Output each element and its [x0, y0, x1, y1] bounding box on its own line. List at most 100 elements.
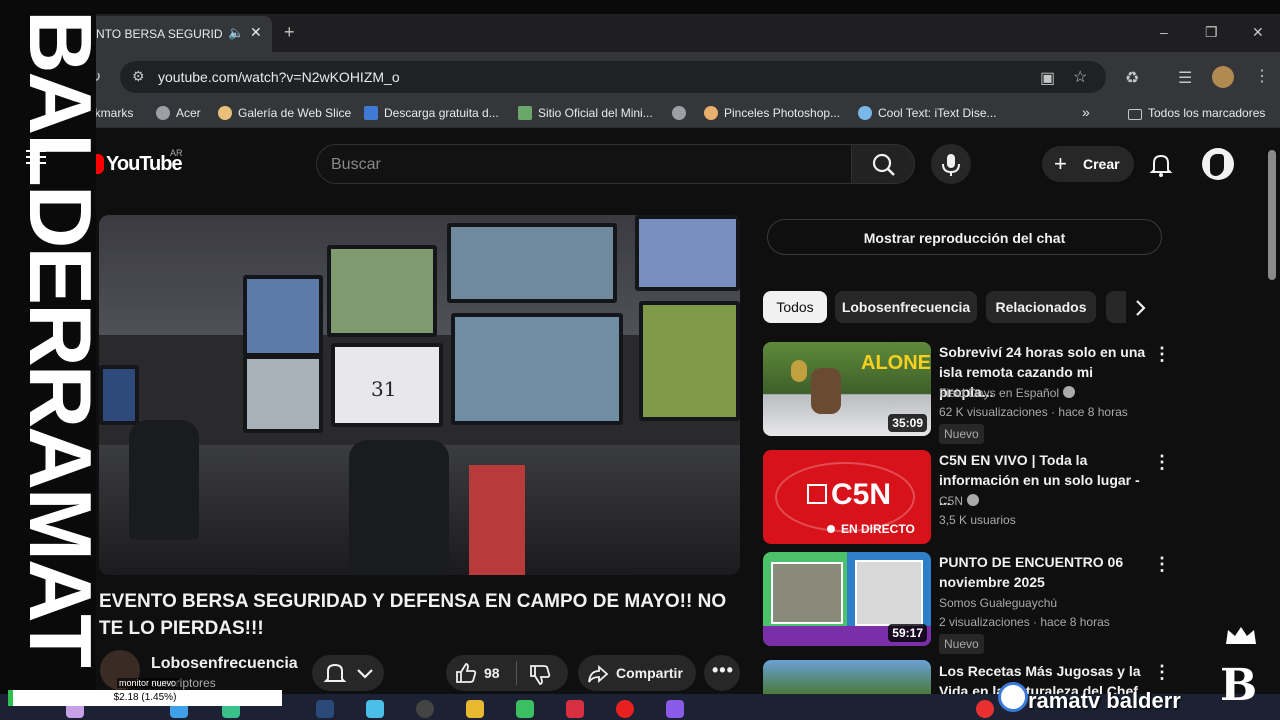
item-menu-icon[interactable]: ⋮: [1153, 452, 1171, 473]
c5n-square-icon: [807, 484, 827, 504]
surveillance-monitor: [447, 223, 617, 303]
media-control-icon[interactable]: ☰: [1178, 68, 1192, 88]
tray-app-icon[interactable]: [976, 700, 994, 718]
ministry-icon: [518, 106, 532, 120]
monitor-number: 31: [371, 377, 397, 401]
subscribe-bell-button[interactable]: [312, 655, 384, 691]
vertical-brand-overlay: BALDERRAMAT: [11, 10, 110, 700]
bookmarks-overflow-button[interactable]: »: [1082, 104, 1090, 120]
video-player[interactable]: 31: [99, 215, 740, 575]
show-chat-replay-button[interactable]: Mostrar reproducción del chat: [767, 219, 1162, 255]
bookmark-item[interactable]: Sitio Oficial del Mini...: [518, 106, 653, 120]
tab-strip-top-band: [0, 0, 1280, 14]
microphone-icon: [942, 154, 960, 176]
surveillance-monitor: [327, 245, 437, 337]
recommendation-meta: 62 K visualizaciones · hace 8 horas: [939, 405, 1128, 419]
surveillance-monitor: [635, 215, 740, 291]
extensions-icon[interactable]: ♻: [1125, 68, 1139, 88]
recommendation-thumbnail[interactable]: 59:17: [763, 552, 931, 646]
thumbnail-coconut: [791, 360, 807, 382]
voice-search-button[interactable]: [931, 144, 971, 184]
create-button[interactable]: + Crear: [1042, 146, 1134, 182]
big-b-logo: B: [1220, 660, 1258, 711]
more-actions-button[interactable]: •••: [704, 655, 740, 691]
profile-avatar[interactable]: [1212, 66, 1234, 88]
install-icon[interactable]: ▣: [1040, 68, 1055, 88]
item-menu-icon[interactable]: ⋮: [1153, 344, 1171, 365]
chip-all[interactable]: Todos: [763, 291, 827, 323]
new-badge: Nuevo: [939, 424, 984, 444]
minimize-icon[interactable]: –: [1160, 24, 1168, 40]
like-dislike-group: 98: [446, 655, 568, 691]
dislike-thumb-icon[interactable]: [528, 663, 552, 687]
channel-name[interactable]: Lobosenfrecuencia: [151, 655, 298, 673]
share-button[interactable]: Compartir: [578, 655, 696, 691]
country-code: AR: [170, 148, 183, 158]
item-menu-icon[interactable]: ⋮: [1153, 554, 1171, 575]
new-badge: Nuevo: [939, 634, 984, 654]
thumbnail-truck-photo: [771, 562, 843, 624]
close-window-icon[interactable]: ✕: [1252, 24, 1264, 41]
close-tab-icon[interactable]: ✕: [250, 24, 262, 41]
thumbnail-person: [811, 368, 841, 414]
web-slice-icon: [218, 106, 232, 120]
bookmark-label: Cool Text: iText Dise...: [878, 106, 997, 120]
opera-icon[interactable]: [616, 700, 634, 718]
recommendation-channel: Field Days en Español: [939, 386, 1076, 400]
search-input[interactable]: Buscar: [316, 144, 852, 184]
page-scrollbar[interactable]: [1268, 150, 1276, 280]
bookmark-item[interactable]: Descarga gratuita d...: [364, 106, 499, 120]
brush-icon: [704, 106, 718, 120]
item-menu-icon[interactable]: ⋮: [1153, 662, 1171, 683]
taskbar-app-icon[interactable]: [666, 700, 684, 718]
recommendation-thumbnail[interactable]: C5N EN DIRECTO: [763, 450, 931, 544]
bookmark-item[interactable]: [672, 106, 692, 120]
thumbnail-host-photo: [855, 560, 923, 626]
chrome-menu-icon[interactable]: ⋮: [1254, 66, 1270, 86]
bookmark-item[interactable]: Pinceles Photoshop...: [704, 106, 840, 120]
chip-overflow-fade: [1106, 291, 1126, 323]
bookmark-item[interactable]: Galería de Web Slice: [218, 106, 351, 120]
more-dots-icon: •••: [712, 660, 734, 680]
bookmark-item[interactable]: Cool Text: iText Dise...: [858, 106, 997, 120]
plus-icon: +: [1054, 151, 1067, 176]
file-explorer-icon[interactable]: [466, 700, 484, 718]
bookmark-item[interactable]: Acer: [156, 106, 201, 120]
surveillance-monitor: [639, 301, 740, 421]
all-bookmarks-folder[interactable]: Todos los marcadores: [1128, 106, 1265, 120]
restore-icon[interactable]: ❐: [1205, 24, 1218, 41]
folder-icon: [1128, 109, 1142, 120]
recommendation-title[interactable]: PUNTO DE ENCUENTRO 06 noviembre 2025: [939, 552, 1147, 592]
chip-related[interactable]: Relacionados: [986, 291, 1096, 323]
obs-icon[interactable]: [416, 700, 434, 718]
copilot-icon[interactable]: [366, 700, 384, 718]
search-button[interactable]: [851, 144, 915, 184]
bookmark-label: Galería de Web Slice: [238, 106, 352, 120]
surveillance-monitor: [451, 313, 623, 425]
chip-channel[interactable]: Lobosenfrecuencia: [835, 291, 977, 323]
taskbar-app-icon[interactable]: [516, 700, 534, 718]
chevron-right-icon[interactable]: [1128, 296, 1152, 320]
vertical-brand-text: BALDERRAMAT: [11, 10, 110, 666]
hamburger-menu-icon[interactable]: [26, 150, 46, 152]
bookmark-star-icon[interactable]: ☆: [1073, 67, 1087, 87]
site-info-icon[interactable]: ⚙: [132, 68, 145, 85]
like-thumb-icon[interactable]: [454, 661, 478, 685]
steam-icon[interactable]: [316, 700, 334, 718]
all-bookmarks-label: Todos los marcadores: [1148, 106, 1266, 120]
avatar-silhouette: [1210, 154, 1224, 176]
search-icon: [872, 153, 895, 176]
search-placeholder: Buscar: [331, 156, 381, 173]
taskbar-app-icon[interactable]: [566, 700, 584, 718]
recommendation-thumbnail[interactable]: ALONE 35:09: [763, 342, 931, 436]
verified-icon: [1063, 386, 1076, 398]
account-avatar[interactable]: [1202, 148, 1234, 180]
notifications-bell-icon[interactable]: [1148, 152, 1174, 178]
recommendation-thumbnail[interactable]: [763, 660, 931, 694]
new-tab-button[interactable]: +: [284, 22, 295, 43]
verified-icon: [967, 494, 980, 506]
browser-tab-strip: ⌄ EVENTO BERSA SEGURIDAD Y 🔈 ✕ + – ❐ ✕: [0, 0, 1280, 52]
stock-ticker-overlay: $2.18 (1.45%): [8, 690, 282, 706]
speaker-icon[interactable]: 🔈: [228, 25, 244, 41]
address-bar[interactable]: ⚙ youtube.com/watch?v=N2wKOHIZM_o ▣ ☆: [120, 61, 1106, 93]
